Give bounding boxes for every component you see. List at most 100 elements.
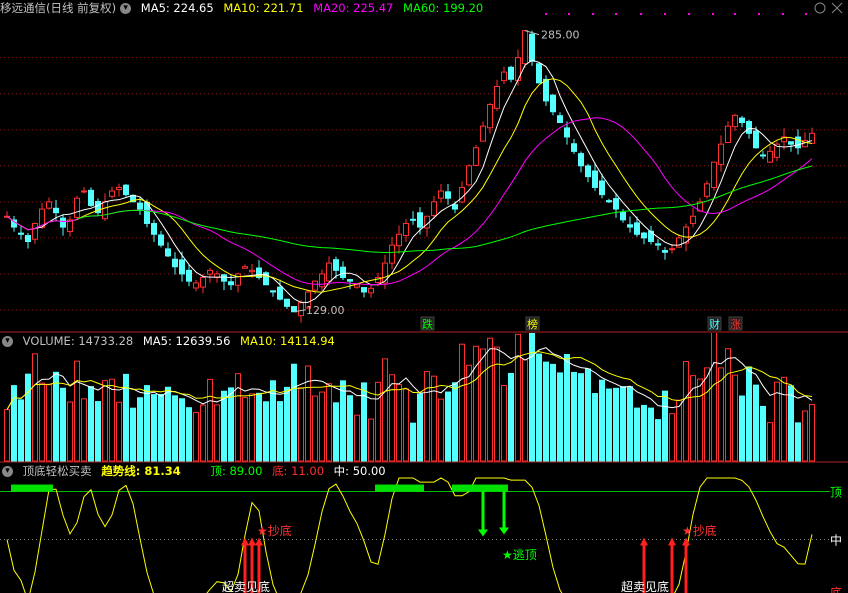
- volume-bar: [487, 337, 493, 462]
- volume-panel: ▾ VOLUME: 14733.28 MA5: 12639.56 MA10: 1…: [0, 333, 848, 463]
- volume-bar: [515, 333, 521, 462]
- event-marker: 涨: [730, 318, 741, 331]
- volume-bar: [53, 371, 59, 462]
- candle-body: [431, 201, 437, 216]
- volume-bar: [193, 412, 199, 462]
- candle-body: [634, 222, 640, 235]
- candle-body: [522, 30, 528, 65]
- volume-bar: [424, 371, 430, 462]
- top-zone-bar: [487, 484, 494, 492]
- volume-bar: [774, 381, 780, 462]
- top-zone-bar: [389, 484, 396, 492]
- candle-body: [11, 219, 17, 228]
- candle-body: [123, 184, 129, 196]
- signal-dot: [640, 13, 642, 15]
- event-marker: 榜: [527, 317, 538, 331]
- volume-bar: [739, 395, 745, 462]
- candle-body: [788, 141, 794, 145]
- volume-bar: [508, 372, 514, 462]
- candle-body: [627, 224, 633, 228]
- volume-bar: [312, 395, 318, 462]
- volume-bar: [599, 379, 605, 462]
- volume-bar: [165, 386, 171, 462]
- candle-body: [389, 244, 395, 264]
- candle-body: [354, 284, 360, 288]
- candle-body: [221, 274, 227, 282]
- candle-body: [326, 262, 332, 282]
- volume-bar: [305, 365, 311, 462]
- window-restore-icon: [814, 2, 826, 14]
- candle-body: [193, 282, 199, 289]
- candle-body: [543, 78, 549, 102]
- candle-body: [165, 248, 171, 257]
- volume-bar: [32, 353, 38, 462]
- volume-bar: [25, 373, 31, 462]
- volume-bar: [753, 384, 759, 462]
- volume-bar: [795, 422, 801, 462]
- top-zone-bar: [403, 484, 410, 492]
- candle-body: [452, 204, 458, 210]
- event-marker: 财: [709, 317, 720, 331]
- volume-bar: [648, 407, 654, 462]
- candle-body: [718, 143, 724, 165]
- candle-body: [186, 269, 192, 282]
- volume-bar: [235, 373, 241, 462]
- volume-bar: [130, 407, 136, 462]
- volume-bar: [242, 397, 248, 462]
- candle-body: [466, 165, 472, 186]
- candle-body: [361, 287, 367, 293]
- candle-body: [613, 198, 619, 210]
- top-zone-bar: [494, 484, 501, 492]
- volume-bar: [74, 360, 80, 462]
- candle-body: [298, 302, 304, 317]
- top-zone-bar: [18, 484, 25, 492]
- volume-bar: [725, 348, 731, 462]
- candle-body: [158, 234, 164, 246]
- candle-body: [151, 223, 157, 235]
- volume-bar: [522, 359, 528, 462]
- price-chart[interactable]: 285.00 129.00 跌 榜 财涨: [0, 0, 848, 333]
- candle-body: [46, 201, 52, 209]
- volume-bar: [137, 397, 143, 462]
- candle-body: [368, 287, 374, 294]
- volume-bar: [431, 375, 437, 462]
- volume-bar: [466, 364, 472, 462]
- volume-bar: [557, 372, 563, 462]
- volume-bar: [200, 404, 206, 462]
- event-marker: 跌: [422, 317, 433, 331]
- sell-signal-label: ★逃顶: [502, 548, 537, 562]
- candle-body: [340, 266, 346, 279]
- volume-bar: [298, 387, 304, 462]
- volume-bar: [536, 353, 542, 462]
- top-zone-bar: [473, 484, 480, 492]
- volume-bar: [564, 353, 570, 462]
- candle-body: [494, 85, 500, 109]
- indicator-panel: ▾ 顶底轻松买卖 趋势线: 81.34 顶: 89.00 底: 11.00 中:…: [0, 463, 848, 593]
- indicator-chart[interactable]: ★抄底 ★抄底 ★逃顶超卖见底 超卖见底 顶中底: [0, 463, 848, 593]
- candle-body: [578, 153, 584, 167]
- candle-body: [795, 136, 801, 149]
- top-zone-bar: [396, 484, 403, 492]
- candle-body: [599, 180, 605, 196]
- volume-bar: [662, 390, 668, 462]
- signal-dot: [805, 13, 807, 15]
- top-zone-bar: [46, 484, 53, 492]
- candle-body: [641, 232, 647, 239]
- volume-bar: [802, 410, 808, 462]
- volume-chart[interactable]: [0, 333, 848, 463]
- signal-dot: [615, 13, 617, 15]
- top-zone-bar: [501, 484, 508, 492]
- volume-bar: [60, 387, 66, 462]
- volume-bar: [116, 401, 122, 462]
- candle-body: [669, 248, 675, 251]
- buy-arrow-head: [241, 537, 249, 546]
- volume-bar: [571, 371, 577, 462]
- price-panel: 移远通信(日线 前复权) ▾ MA5: 224.65 MA10: 221.71 M…: [0, 0, 848, 333]
- volume-bar: [627, 386, 633, 462]
- candle-body: [508, 66, 514, 80]
- volume-bar: [319, 391, 325, 462]
- candle-body: [529, 33, 535, 62]
- top-axis-label: 顶: [830, 486, 842, 500]
- low-price-label: 129.00: [306, 304, 345, 317]
- volume-bar: [347, 395, 353, 462]
